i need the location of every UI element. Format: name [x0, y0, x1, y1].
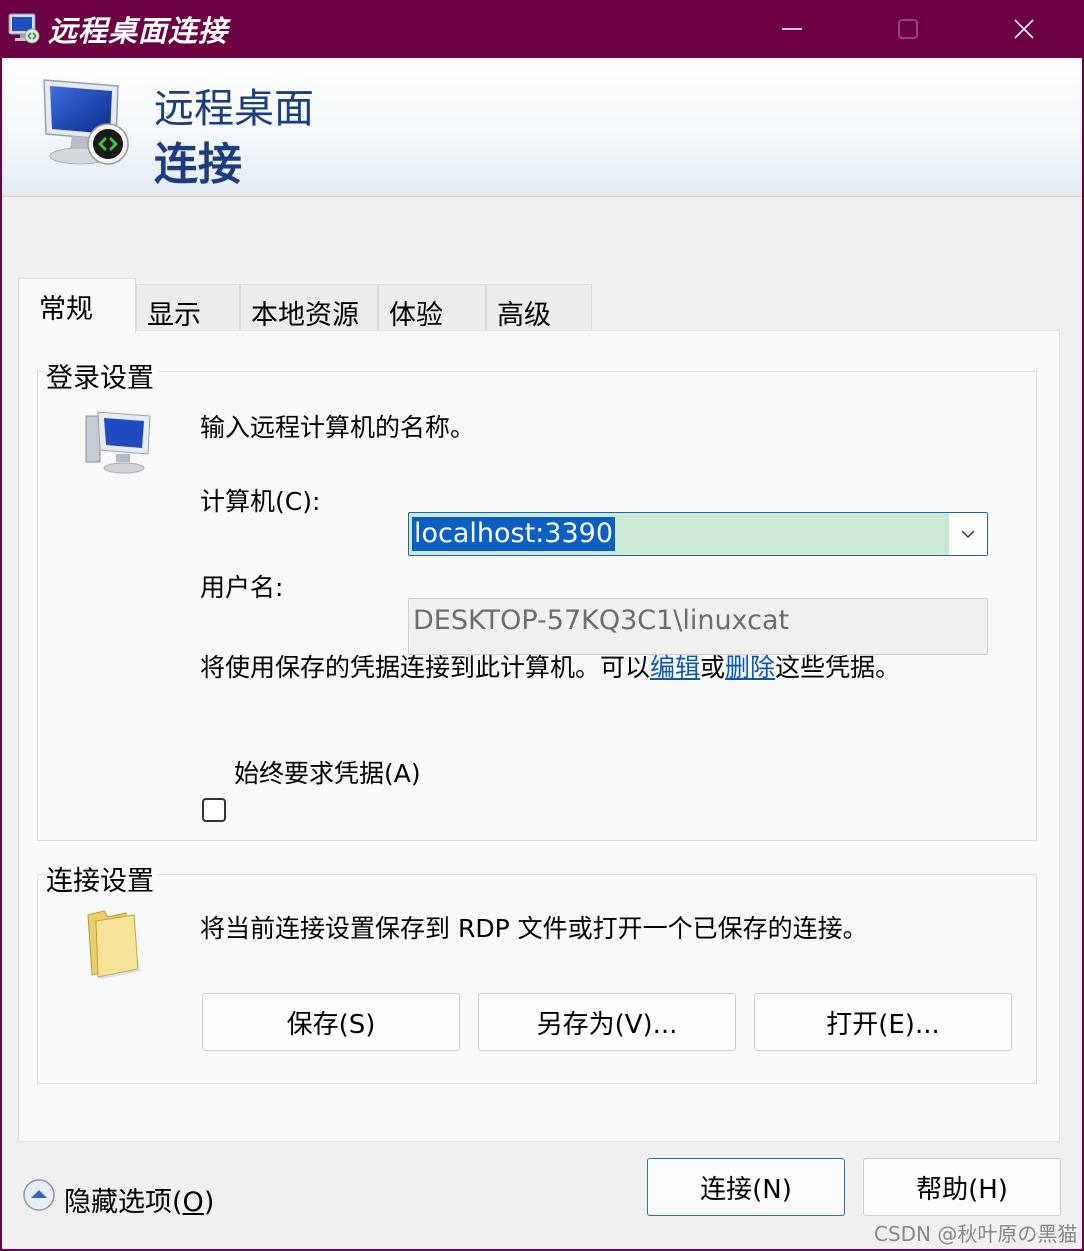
maximize-button [850, 0, 966, 58]
tab-local-resources[interactable]: 本地资源 [240, 284, 378, 332]
rdp-window: 远程桌面连接 远程桌面 连接 常规 显示 本地资源 体验 高级 登录设置 输入远… [0, 0, 1084, 1251]
tab-advanced[interactable]: 高级 [486, 284, 592, 332]
remote-desktop-monitor-icon [43, 79, 129, 165]
save-as-button[interactable]: 另存为(V)... [478, 993, 736, 1051]
folder-icon [87, 910, 142, 979]
chevron-down-icon [961, 530, 975, 538]
tab-display[interactable]: 显示 [136, 284, 240, 332]
credentials-note-text: 将使用保存的凭据连接到此计算机。可以 [200, 653, 651, 682]
computer-combobox[interactable]: localhost:3390 [408, 512, 988, 556]
edit-credentials-link[interactable]: 编辑 [650, 653, 700, 682]
always-ask-credentials-label[interactable]: 始终要求凭据(A) [234, 754, 421, 790]
tab-general[interactable]: 常规 [18, 278, 136, 334]
save-button[interactable]: 保存(S) [202, 993, 460, 1051]
computer-dropdown-button[interactable] [949, 513, 987, 555]
connection-settings-description: 将当前连接设置保存到 RDP 文件或打开一个已保存的连接。 [200, 914, 868, 943]
hide-options-suffix: ) [203, 1187, 215, 1218]
computer-input-value[interactable]: localhost:3390 [412, 517, 616, 551]
banner-title-line1: 远程桌面 [154, 86, 314, 132]
connection-settings-legend: 连接设置 [44, 859, 158, 898]
help-button[interactable]: 帮助(H) [863, 1158, 1061, 1216]
dialog-client-area: 远程桌面 连接 常规 显示 本地资源 体验 高级 登录设置 输入远程计算机的名称… [2, 58, 1082, 1249]
computer-label: 计算机(C): [200, 487, 321, 516]
login-settings-group: 登录设置 输入远程计算机的名称。 计算机(C): localhost:3390 [37, 356, 1037, 841]
remote-desktop-app-icon [8, 13, 40, 44]
saved-credentials-note: 将使用保存的凭据连接到此计算机。可以编辑或删除这些凭据。 [200, 648, 900, 684]
banner-title-line2: 连接 [154, 139, 242, 190]
computer-icon [85, 411, 151, 474]
watermark-text: CSDN @秋叶原の黑猫 [874, 1222, 1078, 1246]
hide-options-prefix: 隐藏选项( [64, 1187, 183, 1218]
connection-settings-group: 连接设置 将当前连接设置保存到 RDP 文件或打开一个已保存的连接。 保存(S)… [37, 859, 1037, 1084]
delete-credentials-link[interactable]: 删除 [725, 653, 775, 682]
always-ask-credentials-checkbox[interactable] [202, 798, 226, 822]
username-value: DESKTOP-57KQ3C1\linuxcat [413, 605, 790, 636]
username-label: 用户名: [200, 573, 284, 602]
username-field: DESKTOP-57KQ3C1\linuxcat [408, 598, 988, 655]
maximize-icon [898, 19, 918, 39]
credentials-note-or: 或 [700, 653, 726, 682]
minimize-icon [782, 28, 802, 30]
credentials-note-end: 这些凭据。 [775, 653, 901, 682]
close-button[interactable] [966, 0, 1082, 58]
tab-experience[interactable]: 体验 [378, 284, 486, 332]
hide-options-toggle[interactable]: 隐藏选项(O) [64, 1180, 214, 1219]
collapse-options-icon[interactable] [22, 1178, 56, 1212]
login-settings-legend: 登录设置 [44, 356, 158, 395]
connect-button[interactable]: 连接(N) [647, 1158, 845, 1216]
title-bar[interactable]: 远程桌面连接 [0, 0, 1084, 58]
header-banner: 远程桌面 连接 [2, 58, 1082, 197]
minimize-button[interactable] [734, 0, 850, 58]
hide-options-accelerator: O [182, 1187, 204, 1218]
open-button[interactable]: 打开(E)... [754, 993, 1012, 1051]
close-icon [1014, 19, 1034, 39]
general-tab-panel: 登录设置 输入远程计算机的名称。 计算机(C): localhost:3390 [18, 330, 1060, 1142]
computer-name-prompt: 输入远程计算机的名称。 [200, 413, 476, 442]
window-title: 远程桌面连接 [48, 14, 229, 48]
